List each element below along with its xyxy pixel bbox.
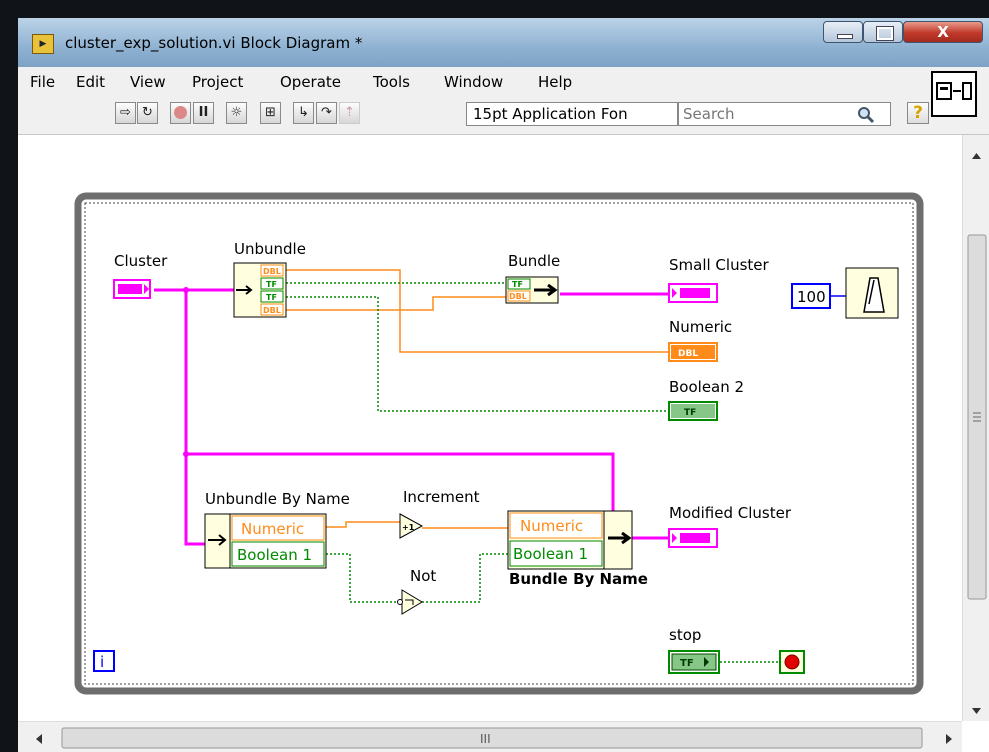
labview-window: ▶ cluster_exp_solution.vi Block Diagram … — [18, 18, 989, 752]
cluster-label: Cluster — [114, 252, 168, 270]
while-loop-inner-border — [84, 202, 914, 685]
bundle-label: Bundle — [508, 252, 560, 270]
bbn-boolean1-text: Boolean 1 — [513, 545, 588, 563]
boolean-wires — [286, 282, 780, 663]
bundle-by-name-label: Bundle By Name — [509, 570, 648, 588]
wire-to-increment[interactable] — [326, 521, 400, 528]
horizontal-scroll-thumb[interactable] — [61, 727, 923, 749]
unbundle-terminal: TF — [266, 293, 277, 302]
bundle-terminal: DBL — [509, 292, 527, 301]
ubn-numeric-text: Numeric — [241, 520, 304, 538]
wait-constant-value: 100 — [797, 288, 826, 306]
scroll-grip: III — [480, 732, 491, 746]
numeric-type-label: DBL — [678, 349, 698, 359]
unbundle-terminal: DBL — [263, 306, 281, 315]
not-bubble-icon — [397, 599, 403, 605]
bundle-terminal: TF — [512, 280, 523, 289]
not-label: Not — [410, 567, 436, 585]
stop-label: stop — [669, 626, 701, 644]
unbundle-label: Unbundle — [234, 240, 306, 258]
scroll-down-icon[interactable] — [972, 708, 981, 714]
wire-junction — [183, 451, 189, 457]
unbundle-terminal: DBL — [263, 267, 281, 276]
boolean2-type-label: TF — [684, 408, 696, 418]
scroll-left-icon[interactable] — [36, 734, 42, 744]
boolean2-label: Boolean 2 — [669, 378, 744, 396]
wire-dbl-to-bundle[interactable] — [286, 296, 506, 311]
wire-cluster-to-unbundle-by-name[interactable] — [184, 290, 205, 546]
iteration-terminal-label: i — [100, 653, 104, 671]
wire-to-not[interactable] — [326, 553, 400, 603]
stop-terminal-fill — [671, 653, 717, 671]
stop-sign-icon — [784, 654, 800, 670]
stop-type-label: TF — [680, 658, 694, 669]
increment-label: Increment — [403, 488, 480, 506]
scroll-right-icon[interactable] — [946, 734, 952, 744]
vertical-scrollbar-graphic — [967, 153, 987, 714]
while-loop[interactable] — [74, 192, 924, 695]
cluster-terminal-glyph — [680, 533, 710, 543]
block-diagram: Cluster Unbundle DBL TF TF DBL Bundle TF… — [74, 192, 924, 695]
ubn-boolean1-text: Boolean 1 — [237, 546, 312, 564]
numeric-label: Numeric — [669, 318, 732, 336]
unbundle-by-name-label: Unbundle By Name — [205, 490, 350, 508]
scroll-up-icon[interactable] — [972, 153, 981, 159]
bbn-numeric-text: Numeric — [520, 517, 583, 535]
horizontal-scrollbar-graphic: III — [36, 727, 952, 749]
horizontal-scrollbar[interactable]: III — [18, 721, 962, 752]
cluster-terminal-glyph — [118, 284, 142, 294]
wire-junction — [183, 287, 189, 293]
wire-tf-to-boolean2[interactable] — [286, 296, 668, 412]
unbundle-terminal: TF — [266, 280, 277, 289]
cluster-terminal-glyph — [680, 288, 710, 298]
vertical-scrollbar[interactable] — [962, 135, 989, 721]
not-function[interactable] — [401, 589, 423, 615]
modified-cluster-label: Modified Cluster — [669, 504, 792, 522]
plus-one-icon: +1 — [402, 523, 415, 532]
small-cluster-label: Small Cluster — [669, 256, 770, 274]
